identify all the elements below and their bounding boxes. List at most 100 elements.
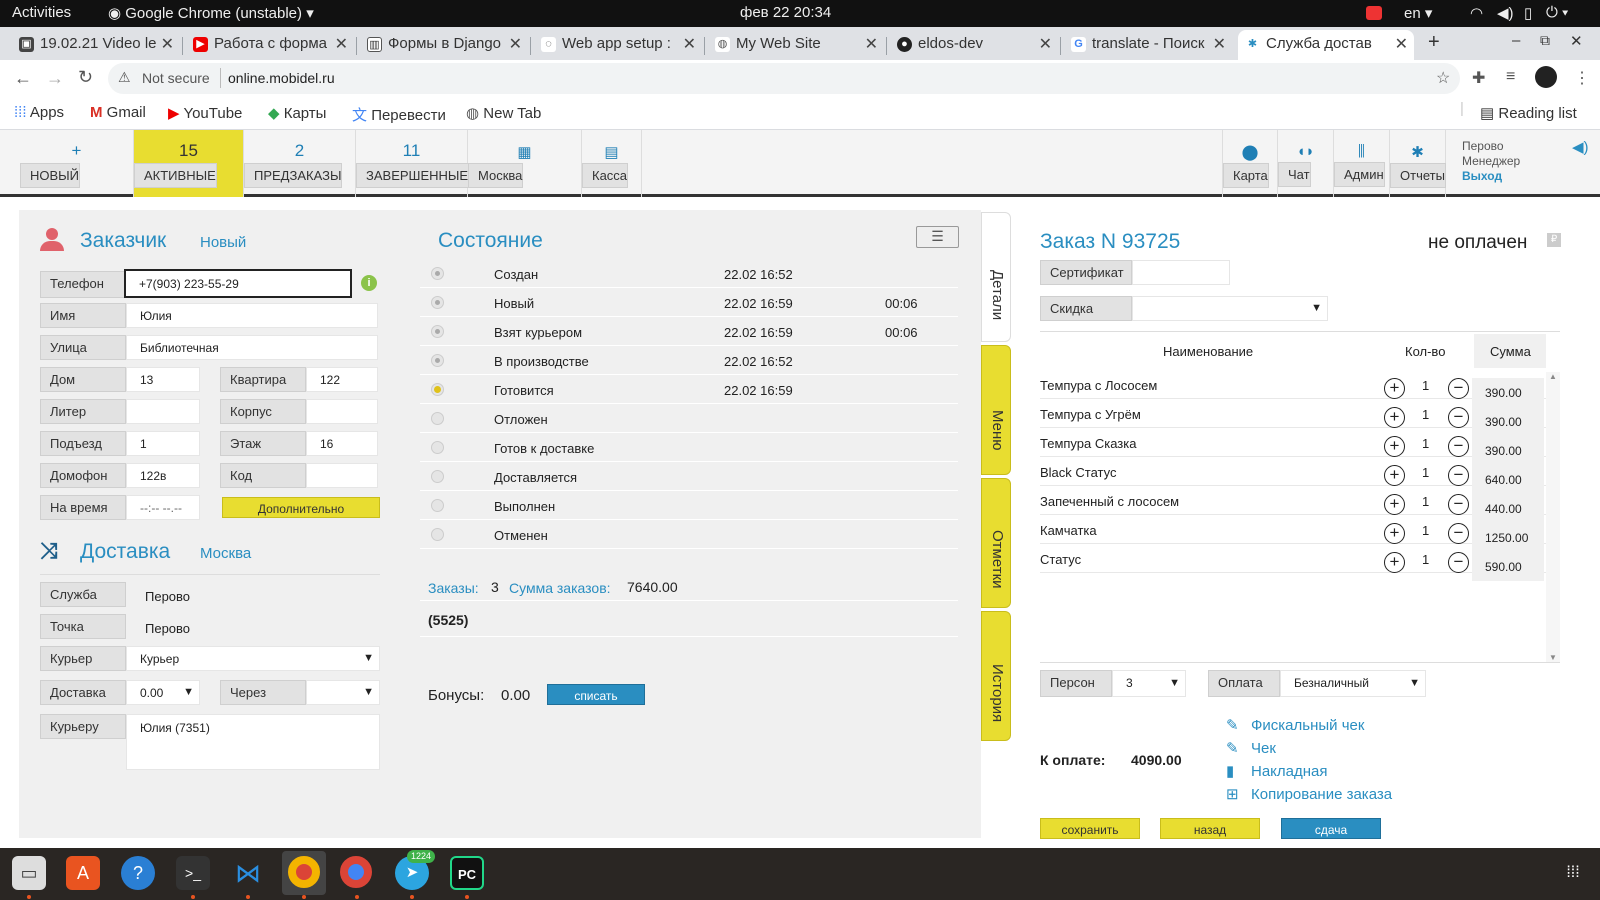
close-tab-icon[interactable]: ✕ [161, 34, 174, 54]
minus-circle-icon[interactable]: − [1448, 407, 1469, 428]
back-icon[interactable]: ← [14, 68, 32, 89]
media-icon[interactable]: ≡ [1506, 68, 1515, 86]
fiscal-receipt-link[interactable]: Фискальный чек [1251, 717, 1364, 734]
new-tab-icon[interactable]: + [1428, 31, 1440, 54]
bookmark-translate[interactable]: 文 Перевести [352, 104, 446, 125]
close-tab-icon[interactable]: ✕ [509, 34, 522, 54]
profile-avatar[interactable] [1535, 66, 1557, 88]
minimize-icon[interactable]: – [1512, 32, 1520, 49]
street-input[interactable]: Библиотечная [126, 335, 378, 360]
state-row[interactable]: Готовится 22.02 16:59 [420, 375, 958, 404]
state-row[interactable]: В производстве 22.02 16:52 [420, 346, 958, 375]
code-input[interactable] [306, 463, 378, 488]
state-radio[interactable] [431, 325, 444, 338]
wifi-icon[interactable]: ◠ [1470, 4, 1483, 22]
close-tab-icon[interactable]: ✕ [1395, 34, 1408, 54]
entrance-input[interactable]: 1 [126, 431, 200, 456]
volume-icon[interactable]: ◀) [1497, 4, 1514, 22]
state-radio[interactable] [431, 296, 444, 309]
software-center-icon[interactable]: A [66, 856, 100, 890]
delivery-cost-select[interactable]: 0.00 ▼ [126, 680, 200, 705]
state-row[interactable]: Доставляется [420, 462, 958, 491]
close-window-icon[interactable]: ✕ [1570, 32, 1583, 50]
tab-7[interactable]: Gtranslate - Поиск ✕ [1064, 30, 1232, 60]
bookmark-gmail[interactable]: M Gmail [90, 104, 146, 121]
vscode-icon[interactable]: ⋈ [231, 856, 265, 890]
state-radio[interactable] [431, 499, 444, 512]
tab-1[interactable]: ▣ 19.02.21 Video le ✕ [12, 30, 180, 60]
tab-menu[interactable]: Меню [981, 345, 1011, 475]
state-radio[interactable] [431, 267, 444, 280]
close-tab-icon[interactable]: ✕ [1039, 34, 1052, 54]
apartment-input[interactable]: 122 [306, 367, 378, 392]
list-view-icon[interactable]: ☰ [916, 226, 959, 248]
house-input[interactable]: 13 [126, 367, 200, 392]
reload-icon[interactable]: ↻ [78, 67, 93, 88]
items-scrollbar[interactable]: ▲ ▼ [1546, 372, 1560, 662]
minus-circle-icon[interactable]: − [1448, 465, 1469, 486]
preorders-button[interactable]: 2 ПРЕДЗАКАЗЫ [244, 130, 356, 197]
chrome-icon[interactable] [340, 856, 374, 890]
reading-list[interactable]: ▤ Reading list [1480, 104, 1577, 122]
tab-2[interactable]: ▶ Работа с форма ✕ [186, 30, 354, 60]
tab-8-active[interactable]: ✱ Служба достав ✕ [1238, 30, 1414, 60]
back-button[interactable]: назад [1160, 818, 1260, 839]
terminal-icon[interactable]: >_ [176, 856, 210, 890]
logout-link[interactable]: Выход [1462, 169, 1520, 184]
close-tab-icon[interactable]: ✕ [683, 34, 696, 54]
ruble-icon[interactable]: ₽ [1547, 233, 1561, 247]
state-row[interactable]: Готов к доставке [420, 433, 958, 462]
additional-button[interactable]: Дополнительно [222, 497, 380, 518]
liter-input[interactable] [126, 399, 200, 424]
name-input[interactable]: Юлия [126, 303, 378, 328]
receipt-link[interactable]: Чек [1251, 740, 1276, 757]
discount-select[interactable]: ▼ [1132, 296, 1328, 321]
battery-icon[interactable]: ▯ [1524, 4, 1532, 22]
state-row[interactable]: Создан 22.02 16:52 [420, 259, 958, 288]
admin-button[interactable]: ⫼ Админ [1334, 130, 1390, 197]
app-menu[interactable]: ◉ Google Chrome (unstable) ▾ [108, 4, 314, 22]
tab-4[interactable]: ◌ Web app setup : ✕ [534, 30, 702, 60]
payment-select[interactable]: Безналичный ▼ [1280, 670, 1426, 697]
certificate-input[interactable] [1132, 260, 1230, 285]
state-radio[interactable] [431, 528, 444, 541]
warning-icon[interactable]: ⚠ [118, 69, 131, 86]
city-button[interactable]: ▦ Москва [468, 130, 582, 197]
state-row[interactable]: Новый 22.02 16:59 00:06 [420, 288, 958, 317]
completed-orders-button[interactable]: 11 ЗАВЕРШЕННЫЕ [356, 130, 470, 197]
extensions-icon[interactable]: ✚ [1472, 68, 1485, 88]
new-order-button[interactable]: + НОВЫЙ [20, 130, 134, 197]
state-radio[interactable] [431, 470, 444, 483]
state-row[interactable]: Отменен [420, 520, 958, 549]
state-radio[interactable] [431, 354, 444, 367]
state-row[interactable]: Выполнен [420, 491, 958, 520]
pycharm-icon[interactable]: PC [450, 856, 484, 890]
time-input[interactable]: --:-- --.-- [126, 495, 200, 520]
active-orders-button[interactable]: 15 АКТИВНЫЕ [134, 130, 244, 197]
write-off-button[interactable]: списать [547, 684, 645, 705]
plus-circle-icon[interactable]: + [1384, 407, 1405, 428]
cash-button[interactable]: ▤ Касса [582, 130, 642, 197]
plus-circle-icon[interactable]: + [1384, 494, 1405, 515]
minus-circle-icon[interactable]: − [1448, 436, 1469, 457]
show-apps-icon[interactable]: ⁞⁞⁞ [1556, 856, 1590, 890]
minus-circle-icon[interactable]: − [1448, 523, 1469, 544]
forward-icon[interactable]: → [46, 68, 64, 89]
help-icon[interactable]: ? [121, 856, 155, 890]
to-courier-textarea[interactable]: Юлия (7351) [126, 714, 380, 770]
tab-notes[interactable]: Отметки [981, 478, 1011, 608]
courier-select[interactable]: Курьер ▼ [126, 646, 380, 671]
copy-order-link[interactable]: Копирование заказа [1251, 786, 1392, 803]
state-radio[interactable] [431, 412, 444, 425]
minus-circle-icon[interactable]: − [1448, 552, 1469, 573]
state-radio[interactable] [431, 383, 444, 396]
bookmark-apps[interactable]: ⁞⁞⁞ Apps [14, 104, 64, 121]
sound-icon[interactable]: ◀) [1572, 138, 1589, 156]
plus-circle-icon[interactable]: + [1384, 523, 1405, 544]
chat-button[interactable]: ◖◗ Чат [1278, 130, 1334, 197]
phone-input[interactable]: +7(903) 223-55-29 [124, 269, 352, 298]
language-indicator[interactable]: en ▾ [1404, 4, 1432, 22]
tab-6[interactable]: ● eldos-dev ✕ [890, 30, 1058, 60]
tab-3[interactable]: ▥ Формы в Django ✕ [360, 30, 528, 60]
minus-circle-icon[interactable]: − [1448, 378, 1469, 399]
